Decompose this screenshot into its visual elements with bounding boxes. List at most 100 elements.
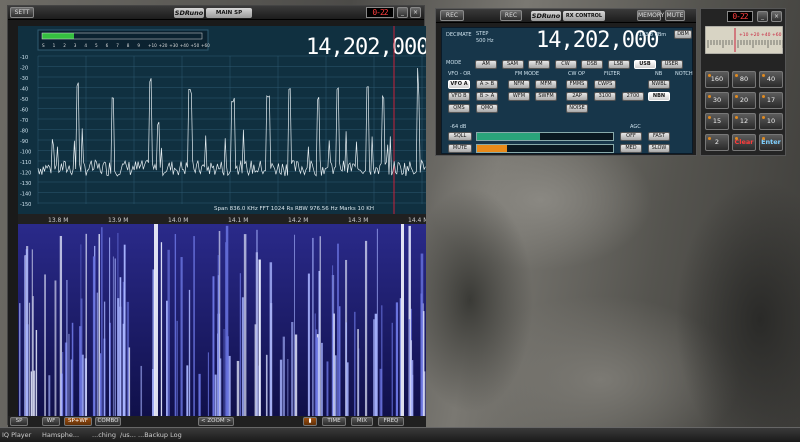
signal-reading: -103.8 dBm bbox=[637, 32, 667, 38]
band-key[interactable]: 30 bbox=[705, 92, 729, 109]
frequency-scale[interactable]: 13.8 M 13.9 M 14.0 M 14.1 M 14.2 M 14.3 M 14.4… bbox=[18, 214, 426, 224]
time-button[interactable]: TIME bbox=[322, 417, 346, 426]
mode-user-button[interactable]: USER bbox=[660, 60, 683, 69]
band-key[interactable]: 40 bbox=[759, 71, 783, 88]
mute-title-button[interactable]: MUTE bbox=[665, 10, 685, 21]
mode-dsb-button[interactable]: DSB bbox=[581, 60, 603, 69]
volume-slider[interactable] bbox=[476, 144, 614, 153]
sp-wf-button[interactable]: SP+WF bbox=[64, 417, 92, 426]
row3-button[interactable]: QMS bbox=[448, 104, 470, 113]
band-key[interactable]: 2 bbox=[705, 134, 729, 151]
agc-med-button[interactable]: MED bbox=[620, 144, 642, 153]
mode-am-button[interactable]: AM bbox=[475, 60, 497, 69]
memory-button[interactable]: MEMORY bbox=[637, 10, 664, 21]
pause-button[interactable]: ▮ bbox=[303, 417, 317, 426]
row2-button[interactable]: 2700 bbox=[622, 92, 644, 101]
sql-button[interactable]: SQLL bbox=[448, 132, 472, 141]
agc-fast-button[interactable]: FAST bbox=[648, 132, 670, 141]
main-clock: 0-22 bbox=[366, 7, 394, 18]
squelch-fill bbox=[477, 133, 540, 140]
row3-button[interactable]: NOISE bbox=[566, 104, 588, 113]
step-value[interactable]: 500 Hz bbox=[476, 38, 494, 44]
frequency-tick: 14.1 M bbox=[228, 217, 248, 224]
key-indicator-icon bbox=[762, 116, 765, 119]
band-key[interactable]: Clear bbox=[732, 134, 756, 151]
mode-cw-button[interactable]: CW bbox=[554, 60, 577, 69]
squelch-slider[interactable] bbox=[476, 132, 614, 141]
s-meter-bar bbox=[42, 33, 74, 39]
dbm-button[interactable]: DBM bbox=[674, 30, 692, 39]
mix-button[interactable]: MIX bbox=[351, 417, 373, 426]
sp-button[interactable]: SP bbox=[10, 417, 28, 426]
tuning-dial[interactable]: +10 +20 +40 +60 bbox=[705, 26, 783, 54]
row1-button[interactable]: NFM bbox=[508, 80, 530, 89]
taskbar-item[interactable]: IQ Player bbox=[2, 429, 31, 441]
row2-button[interactable]: NBN bbox=[648, 92, 670, 101]
waterfall-display[interactable] bbox=[18, 224, 426, 416]
taskbar-item[interactable]: ...Backup Log bbox=[138, 429, 182, 441]
taskbar-item[interactable]: ...ching bbox=[92, 429, 116, 441]
main-spectrum-window: SETT SDRuno MAIN SP 0-22 _ × S 1 2 3 4 5 6 7 8 9 +… bbox=[7, 5, 426, 427]
rec2-button[interactable]: REC bbox=[500, 10, 522, 21]
mode-usb-button[interactable]: USB bbox=[634, 60, 656, 69]
minimize-button[interactable]: _ bbox=[397, 7, 408, 18]
keypad-clock: 0-22 bbox=[727, 11, 753, 22]
control-window-titlebar[interactable]: REC REC SDRuno RX CONTROL MEMORY MUTE bbox=[436, 9, 696, 23]
taskbar-item[interactable]: Hamsphe... bbox=[42, 429, 79, 441]
taskbar: IQ Player Hamsphe... ...ching/us... ...Back… bbox=[0, 427, 800, 442]
mode-sam-button[interactable]: SAM bbox=[501, 60, 524, 69]
band-key[interactable]: 12 bbox=[732, 113, 756, 130]
row2-button[interactable]: 3100 bbox=[594, 92, 616, 101]
band-key[interactable]: Enter bbox=[759, 134, 783, 151]
row1-button[interactable]: VFO A bbox=[448, 80, 470, 89]
s-meter-tick: 1 bbox=[53, 43, 56, 48]
band-key[interactable]: 15 bbox=[705, 113, 729, 130]
mode-fm-button[interactable]: FM bbox=[528, 60, 550, 69]
rx-control-panel: DECIMATE STEP 500 Hz 14,202,000 -103.8 d… bbox=[441, 27, 693, 154]
band-key[interactable]: 80 bbox=[732, 71, 756, 88]
combo-button[interactable]: COMBO bbox=[95, 417, 121, 426]
s-meter-tick: S bbox=[42, 43, 45, 48]
band-key[interactable]: 10 bbox=[759, 113, 783, 130]
row2-button[interactable]: SWFM bbox=[535, 92, 557, 101]
key-indicator-icon bbox=[708, 74, 711, 77]
db-tick-label: -20 bbox=[20, 66, 28, 72]
vfo-label: VFO - OR bbox=[448, 71, 471, 77]
rx-control-window: REC REC SDRuno RX CONTROL MEMORY MUTE DE… bbox=[435, 8, 697, 156]
row1-button[interactable]: CWPS bbox=[594, 80, 616, 89]
row2-button[interactable]: WFM bbox=[508, 92, 530, 101]
keypad-close-button[interactable]: × bbox=[771, 11, 782, 22]
mode-lsb-button[interactable]: LSB bbox=[607, 60, 630, 69]
wf-button[interactable]: WF bbox=[42, 417, 60, 426]
row2-button[interactable]: 2AP bbox=[566, 92, 588, 101]
spectrum-grid bbox=[37, 55, 426, 204]
band-key[interactable]: 160 bbox=[705, 71, 729, 88]
row3-button[interactable]: QMO bbox=[476, 104, 498, 113]
main-frequency-readout[interactable]: 14,202,000 bbox=[306, 35, 426, 60]
settings-button[interactable]: SETT bbox=[10, 7, 34, 18]
s-meter-tick: 6 bbox=[106, 43, 109, 48]
band-key[interactable]: 17 bbox=[759, 92, 783, 109]
row1-button[interactable]: MFM bbox=[535, 80, 557, 89]
agc-slow-button[interactable]: SLOW bbox=[648, 144, 670, 153]
mute-button[interactable]: MUTE bbox=[448, 144, 472, 153]
db-tick-label: -10 bbox=[20, 55, 28, 61]
row1-button[interactable]: NWBL bbox=[648, 80, 670, 89]
band-key[interactable]: 20 bbox=[732, 92, 756, 109]
freq-button[interactable]: FREQ bbox=[378, 417, 404, 426]
row2-button[interactable]: B > A bbox=[476, 92, 498, 101]
zoom-control[interactable]: < ZOOM > bbox=[198, 417, 234, 426]
zoom-right-icon[interactable]: > bbox=[226, 418, 231, 424]
spectrum-display[interactable]: S 1 2 3 4 5 6 7 8 9 +10 +20 +30 +40 +50 +60 -10 -20 -30 -4… bbox=[18, 26, 426, 214]
agc-off-button[interactable]: OFF bbox=[620, 132, 642, 141]
row1-button[interactable]: FMMS bbox=[566, 80, 588, 89]
row2-button[interactable]: VFO B bbox=[448, 92, 470, 101]
db-tick-label: -140 bbox=[20, 192, 31, 198]
close-button[interactable]: × bbox=[410, 7, 421, 18]
keypad-minimize-button[interactable]: _ bbox=[757, 11, 768, 22]
zoom-left-icon[interactable]: < bbox=[201, 418, 206, 424]
taskbar-item[interactable]: /us... bbox=[120, 429, 136, 441]
row1-button[interactable]: A > B bbox=[476, 80, 498, 89]
main-window-titlebar[interactable]: SETT SDRuno MAIN SP 0-22 _ × bbox=[8, 6, 424, 20]
rec-button[interactable]: REC bbox=[440, 10, 464, 21]
